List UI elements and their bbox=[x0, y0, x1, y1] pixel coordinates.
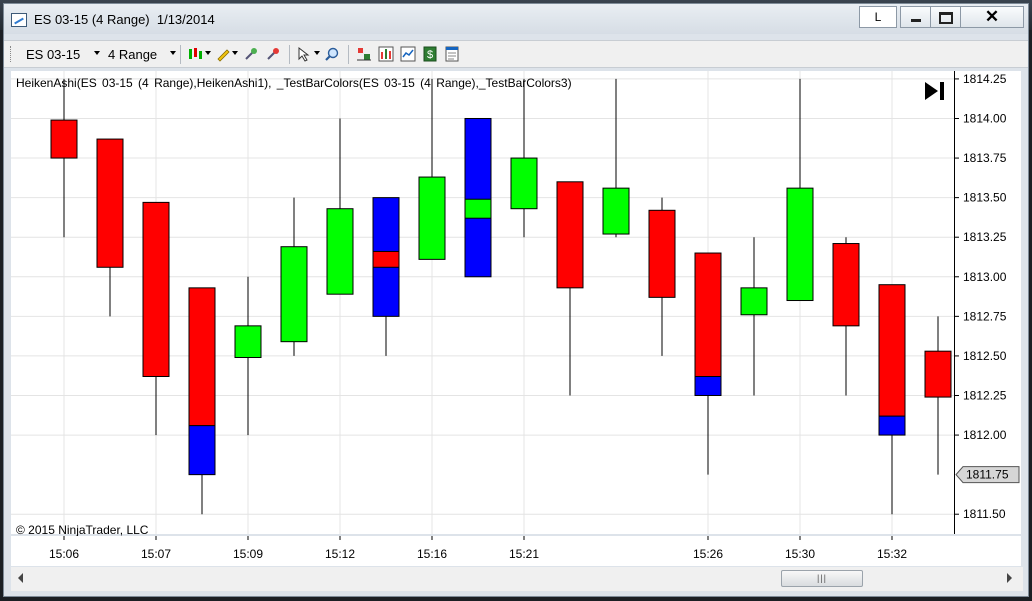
minimize-button[interactable] bbox=[900, 6, 930, 28]
y-tick-label: 1813.00 bbox=[963, 270, 1007, 284]
copyright-text: © 2015 NinjaTrader, LLC bbox=[16, 523, 149, 537]
x-tick-label: 15:32 bbox=[877, 547, 907, 561]
candle-body bbox=[464, 198, 492, 219]
y-tick-label: 1813.75 bbox=[963, 151, 1007, 165]
period-selector[interactable]: 4 Range bbox=[108, 47, 157, 62]
candle-body bbox=[326, 208, 354, 295]
y-tick-label: 1812.00 bbox=[963, 428, 1007, 442]
window-title: ES 03-15 (4 Range) 1/13/2014 bbox=[34, 12, 215, 27]
svg-text:$: $ bbox=[427, 49, 433, 61]
link-button[interactable]: L bbox=[859, 6, 897, 28]
candle-body bbox=[188, 287, 216, 427]
magnifier-icon[interactable] bbox=[324, 46, 340, 62]
candle-body bbox=[234, 325, 262, 359]
candle-body bbox=[878, 284, 906, 417]
minimize-icon bbox=[910, 19, 921, 23]
y-tick-label: 1811.50 bbox=[963, 507, 1006, 521]
scroll-right-icon[interactable] bbox=[1007, 573, 1012, 583]
y-tick-label: 1812.25 bbox=[963, 388, 1007, 402]
instrument-selector[interactable]: ES 03-15 bbox=[26, 47, 80, 62]
y-tick-label: 1814.00 bbox=[963, 111, 1007, 125]
jump-to-end-icon[interactable] bbox=[923, 79, 947, 103]
drawing-tools-dropdown-icon[interactable] bbox=[232, 51, 238, 55]
candle-body bbox=[602, 187, 630, 235]
x-tick-label: 15:06 bbox=[49, 547, 79, 561]
bar-type-icon[interactable] bbox=[187, 46, 203, 62]
candle-body bbox=[280, 246, 308, 343]
maximize-button[interactable] bbox=[930, 6, 960, 28]
close-button[interactable]: ✕ bbox=[960, 6, 1024, 28]
time-axis-labels: 15:06 15:07 15:09 15:12 15:16 15:21 15:26 15:30… bbox=[49, 536, 907, 561]
chart-window: ES 03-15 (4 Range) 1/13/2014 L ✕ ES 03-1… bbox=[3, 3, 1029, 597]
chart-app-icon bbox=[11, 13, 27, 27]
y-tick-label: 1812.75 bbox=[963, 309, 1007, 323]
horizontal-scrollbar[interactable]: ||| bbox=[11, 567, 1023, 591]
cursor-icon[interactable] bbox=[296, 46, 312, 62]
data-box-icon[interactable] bbox=[444, 46, 460, 62]
zoom-in-icon[interactable] bbox=[243, 46, 259, 62]
highlight-body bbox=[464, 117, 492, 278]
y-tick-label: 1813.25 bbox=[963, 230, 1007, 244]
y-tick-label: 1814.25 bbox=[963, 72, 1007, 86]
zoom-out-icon[interactable] bbox=[265, 46, 281, 62]
candle-body bbox=[556, 181, 584, 289]
candle-body bbox=[142, 201, 170, 378]
x-tick-label: 15:26 bbox=[693, 547, 723, 561]
properties-icon[interactable] bbox=[400, 46, 416, 62]
y-tick-label: 1812.50 bbox=[963, 349, 1007, 363]
candle-body bbox=[694, 252, 722, 378]
indicator-label: HeikenAshi(ES 03-15 (4 Range),HeikenAshi… bbox=[16, 76, 572, 90]
title-bar[interactable]: ES 03-15 (4 Range) 1/13/2014 L ✕ bbox=[4, 4, 1028, 34]
candle-body bbox=[786, 187, 814, 302]
maximize-icon bbox=[938, 11, 953, 24]
candle-body bbox=[924, 350, 952, 398]
toolbar-grip[interactable] bbox=[10, 46, 13, 62]
strategies-icon[interactable] bbox=[378, 46, 394, 62]
candle-body bbox=[648, 209, 676, 298]
candle-body bbox=[510, 157, 538, 210]
x-tick-label: 15:12 bbox=[325, 547, 355, 561]
x-tick-label: 15:07 bbox=[141, 547, 171, 561]
highlight-body bbox=[188, 425, 216, 476]
candle-body bbox=[372, 250, 400, 268]
current-price-label: 1811.75 bbox=[966, 468, 1009, 482]
x-tick-label: 15:16 bbox=[417, 547, 447, 561]
candle-body bbox=[96, 138, 124, 268]
highlight-body bbox=[878, 415, 906, 436]
y-tick-label: 1813.50 bbox=[963, 191, 1007, 205]
drawing-tools-icon[interactable] bbox=[215, 46, 231, 62]
scroll-left-icon[interactable] bbox=[18, 573, 23, 583]
time-axis[interactable]: 15:06 15:07 15:09 15:12 15:16 15:21 15:26 15:30… bbox=[11, 536, 1021, 566]
candle-body bbox=[740, 287, 768, 316]
period-dropdown-icon[interactable] bbox=[170, 51, 176, 55]
chart-toolbar: ES 03-15 4 Range $ bbox=[4, 40, 1028, 68]
indicators-icon[interactable] bbox=[356, 46, 372, 62]
candle-body bbox=[418, 176, 446, 260]
x-tick-label: 15:09 bbox=[233, 547, 263, 561]
price-panel[interactable]: 1814.25 1814.00 1813.75 1813.50 1813.25 1813.… bbox=[11, 71, 1021, 537]
candlestick-chart[interactable]: 1814.25 1814.00 1813.75 1813.50 1813.25 1813.… bbox=[11, 71, 1021, 534]
x-tick-label: 15:30 bbox=[785, 547, 815, 561]
cursor-dropdown-icon[interactable] bbox=[314, 51, 320, 55]
order-icon[interactable]: $ bbox=[422, 46, 438, 62]
candle-body bbox=[50, 119, 78, 159]
highlight-body bbox=[694, 376, 722, 396]
close-icon: ✕ bbox=[984, 7, 1000, 26]
scroll-thumb[interactable]: ||| bbox=[781, 570, 863, 587]
x-tick-label: 15:21 bbox=[509, 547, 539, 561]
bar-type-dropdown-icon[interactable] bbox=[205, 51, 211, 55]
candle-body bbox=[832, 243, 860, 327]
instrument-dropdown-icon[interactable] bbox=[94, 51, 100, 55]
